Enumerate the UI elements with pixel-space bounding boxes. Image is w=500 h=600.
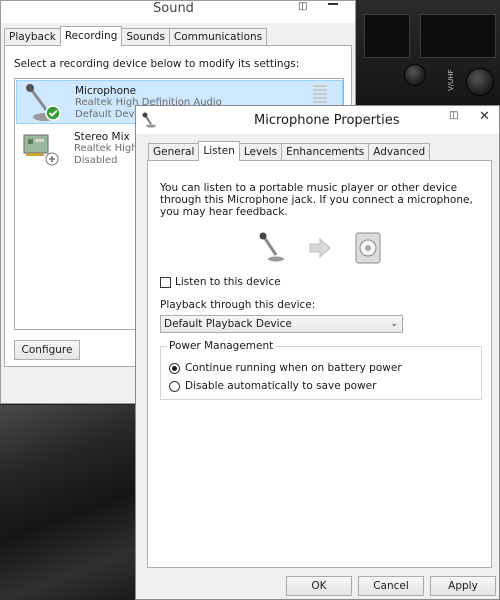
level-meter <box>313 85 327 107</box>
playback-device-value: Default Playback Device <box>164 318 292 330</box>
power-management-group: Power Management Continue running when o… <box>160 340 482 400</box>
microphone-title-icon <box>142 112 156 128</box>
arrow-right-icon <box>309 237 331 259</box>
listen-checkbox-label: Listen to this device <box>175 276 281 288</box>
equipment-panel <box>420 14 496 58</box>
window-icon[interactable]: ◫ <box>449 110 458 121</box>
radio-label: Continue running when on battery power <box>185 362 402 374</box>
playback-device-select[interactable]: Default Playback Device ⌄ <box>160 315 403 333</box>
apply-button[interactable]: Apply <box>430 576 496 596</box>
listen-checkbox[interactable] <box>160 276 171 288</box>
device-name: Microphone <box>75 85 137 97</box>
mic-window-title: Microphone Properties <box>254 113 400 128</box>
equipment-panel <box>364 14 410 58</box>
microphone-properties-window: Microphone Properties ◫ ✕ General Listen… <box>135 105 500 600</box>
playback-label: Playback through this device: <box>160 299 316 311</box>
cancel-button[interactable]: Cancel <box>358 576 424 596</box>
tab-general[interactable]: General <box>148 143 200 161</box>
close-icon[interactable]: ✕ <box>479 109 490 124</box>
recording-instruction: Select a recording device below to modif… <box>14 58 300 70</box>
sound-card-icon <box>23 134 59 166</box>
equipment-knob <box>466 68 494 96</box>
equipment-label: V/UHF <box>447 69 455 91</box>
equipment-photo-bottom <box>0 405 135 600</box>
sound-titlebar: Sound ◫ <box>1 1 355 23</box>
microphone-icon <box>259 232 284 262</box>
radio-button[interactable] <box>169 380 180 392</box>
tab-recording[interactable]: Recording <box>59 26 123 46</box>
equipment-knob <box>404 64 426 86</box>
listen-panel: You can listen to a portable music playe… <box>147 160 492 568</box>
minimize-icon[interactable] <box>328 3 338 5</box>
listen-illustration <box>259 232 381 264</box>
tab-communications[interactable]: Communications <box>168 28 268 46</box>
mic-titlebar: Microphone Properties ◫ ✕ <box>136 106 499 134</box>
tab-levels[interactable]: Levels <box>238 143 283 161</box>
listen-description: You can listen to a portable music playe… <box>160 182 473 218</box>
equipment-photo-top <box>356 0 500 110</box>
speaker-small-icon: ◫ <box>298 1 308 12</box>
microphone-icon <box>26 84 61 121</box>
speaker-icon <box>355 232 381 264</box>
tab-listen[interactable]: Listen <box>198 141 240 161</box>
radio-button[interactable] <box>169 362 180 374</box>
radio-label: Disable automatically to save power <box>185 380 377 392</box>
green-check-icon <box>45 105 61 121</box>
power-management-legend: Power Management <box>167 340 276 352</box>
mic-tabs: General Listen Levels Enhancements Advan… <box>148 141 431 161</box>
radio-disable-automatically[interactable]: Disable automatically to save power <box>169 379 376 393</box>
device-name: Stereo Mix <box>74 131 130 143</box>
chevron-down-icon: ⌄ <box>390 319 398 329</box>
tab-enhancements[interactable]: Enhancements <box>281 143 370 161</box>
tab-playback[interactable]: Playback <box>4 28 61 46</box>
sound-tabs: Playback Recording Sounds Communications <box>4 26 268 46</box>
tab-advanced[interactable]: Advanced <box>368 143 431 161</box>
device-status: Disabled <box>74 155 118 166</box>
sound-window-title: Sound <box>153 1 194 16</box>
listen-checkbox-row[interactable]: Listen to this device <box>160 275 281 289</box>
ok-button[interactable]: OK <box>286 576 352 596</box>
configure-button[interactable]: Configure <box>14 340 80 360</box>
tab-sounds[interactable]: Sounds <box>121 28 170 46</box>
radio-continue-running[interactable]: Continue running when on battery power <box>169 361 402 375</box>
